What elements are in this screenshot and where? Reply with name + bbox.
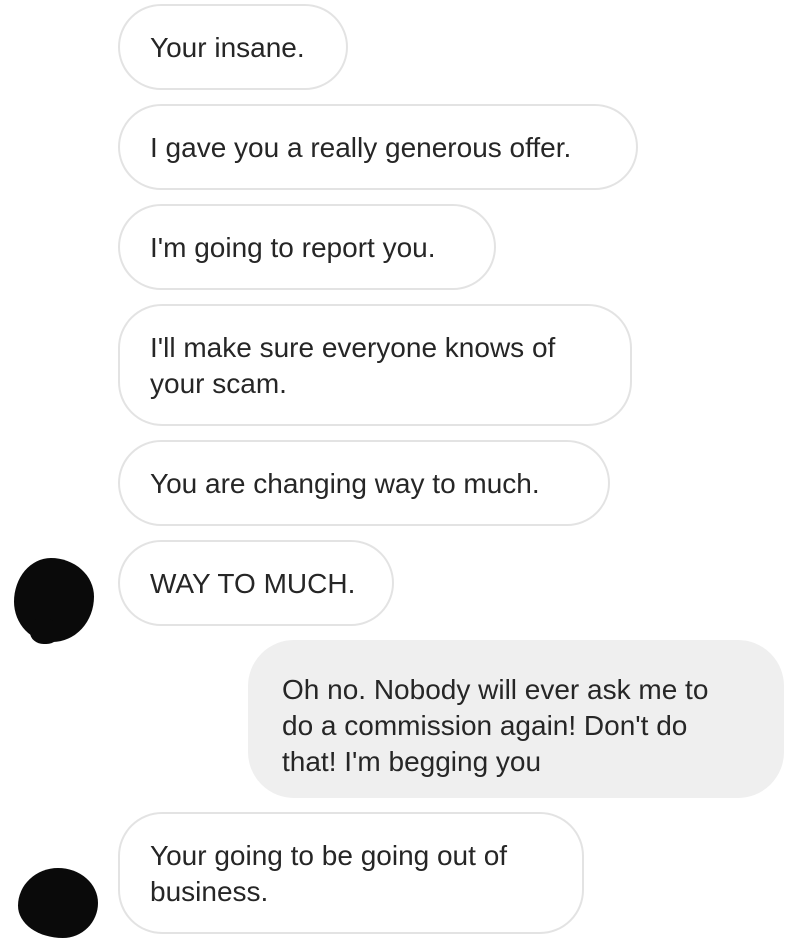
message-text: I'll make sure everyone knows of your sc… [150,332,556,399]
message-bubble-incoming: WAY TO MUCH. [118,540,394,626]
message-bubble-incoming: I'll make sure everyone knows of your sc… [118,304,632,426]
message-bubble-incoming: I'm going to report you. [118,204,496,290]
message-text: Your going to be going out of business. [150,840,508,907]
message-bubble-incoming: Your going to be going out of business. [118,812,584,934]
redacted-avatar-icon[interactable] [18,868,98,938]
message-bubble-outgoing: Oh no. Nobody will ever ask me to do a c… [248,640,784,798]
message-text: Your insane. [150,32,305,63]
message-bubble-incoming: You are changing way to much. [118,440,610,526]
message-bubble-incoming: Your insane. [118,4,348,90]
redacted-avatar-icon[interactable] [14,558,94,644]
message-text: I gave you a really generous offer. [150,132,572,163]
message-text: You are changing way to much. [150,468,540,499]
message-text: WAY TO MUCH. [150,568,356,599]
message-text: Oh no. Nobody will ever ask me to do a c… [282,674,709,777]
message-text: I'm going to report you. [150,232,436,263]
message-bubble-incoming: I gave you a really generous offer. [118,104,638,190]
